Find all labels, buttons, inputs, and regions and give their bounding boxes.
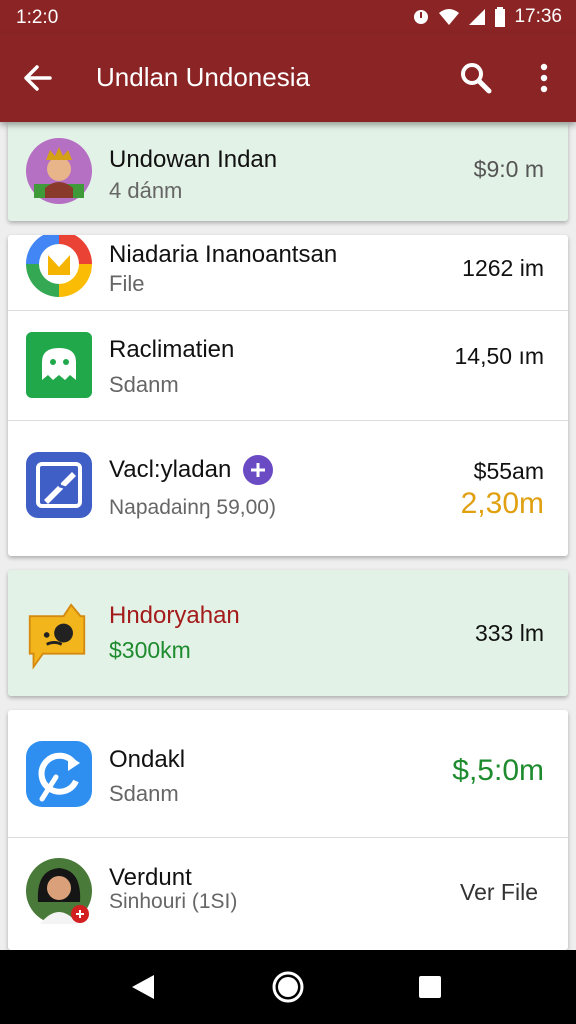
list-item[interactable]: Ondakl Sdanm $,5:0m — [8, 710, 568, 838]
list-card: Ondakl Sdanm $,5:0m Verdunt Sinhouri (1S… — [8, 710, 568, 950]
yellow-chat-app-icon — [28, 603, 86, 670]
plus-badge-icon — [243, 455, 273, 485]
status-icons: 17:36 — [412, 6, 562, 28]
wifi-icon — [439, 9, 460, 25]
green-ghost-app-icon — [26, 332, 92, 398]
blue-refresh-app-icon — [26, 741, 92, 807]
item-subtitle: Napadainŋ 59,00) — [109, 496, 276, 519]
alarm-icon — [414, 10, 429, 24]
item-amount: 14,50 ım — [454, 343, 545, 369]
app-bar: Undlan Undonesia — [0, 34, 576, 122]
item-subtitle: Sinhouri (1SI) — [109, 890, 238, 913]
nav-back-icon[interactable] — [124, 967, 164, 1007]
status-clock: 17:36 — [514, 6, 562, 27]
view-file-link[interactable]: Ver File — [460, 879, 538, 906]
item-subtitle: Sdanm — [109, 781, 179, 806]
item-title: Hndoryahan — [109, 602, 240, 629]
nav-recents-icon[interactable] — [410, 967, 450, 1007]
list-item[interactable]: Niadaria Inanoantsan File 1262 im — [8, 235, 568, 311]
item-subtitle: $300km — [109, 637, 191, 663]
item-amount: 333 lm — [474, 620, 544, 646]
item-subtitle: 4 dánm — [109, 178, 183, 203]
battery-icon — [495, 7, 506, 27]
item-amount: $55am — [473, 458, 544, 484]
google-drive-style-icon — [26, 235, 92, 297]
list-card: Niadaria Inanoantsan File 1262 im Raclim… — [8, 235, 568, 556]
list-item[interactable]: Verdunt Sinhouri (1SI) Ver File — [8, 838, 568, 950]
back-arrow-icon[interactable] — [18, 58, 58, 98]
item-title: Verdunt — [109, 864, 192, 891]
item-title: Vacl:yladan — [109, 456, 232, 483]
item-title: Undowan Indan — [109, 146, 278, 173]
list-item[interactable]: Raclimatien Sdanm 14,50 ım — [8, 311, 568, 421]
item-title: Raclimatien — [109, 336, 235, 363]
signal-icon — [469, 9, 486, 25]
item-subtitle: Sdanm — [109, 372, 179, 397]
woman-avatar-icon — [26, 858, 92, 924]
item-amount: $,5:0m — [452, 754, 544, 787]
list-item[interactable]: Hndoryahan $300km 333 lm — [8, 570, 568, 696]
navigation-bar — [0, 950, 576, 1024]
status-bar: 1:2:0 17:36 — [0, 0, 576, 34]
search-icon[interactable] — [456, 58, 496, 98]
item-title: Niadaria Inanoantsan — [109, 241, 338, 268]
avatar-photo-icon — [26, 138, 92, 204]
item-title: Ondakl — [109, 746, 186, 773]
nav-home-icon[interactable] — [268, 967, 308, 1007]
list-card: Undowan Indan 4 dánm $9:0 m — [8, 122, 568, 221]
status-time: 1:2:0 — [16, 7, 59, 28]
transaction-list: Undowan Indan 4 dánm $9:0 m Niadaria Ina… — [0, 122, 576, 950]
list-card: Hndoryahan $300km 333 lm — [8, 570, 568, 696]
list-item[interactable]: Undowan Indan 4 dánm $9:0 m — [8, 122, 568, 221]
item-secondary-amount: 2,30m — [460, 487, 544, 520]
list-item[interactable]: Vacl:yladan Napadainŋ 59,00) $55am 2,30m — [8, 421, 568, 556]
blue-pen-app-icon — [26, 452, 92, 518]
item-amount: 1262 im — [462, 255, 544, 281]
item-subtitle: File — [109, 271, 145, 296]
item-amount: $9:0 m — [473, 156, 544, 182]
more-vert-icon[interactable] — [530, 58, 558, 98]
page-title: Undlan Undonesia — [96, 62, 310, 92]
